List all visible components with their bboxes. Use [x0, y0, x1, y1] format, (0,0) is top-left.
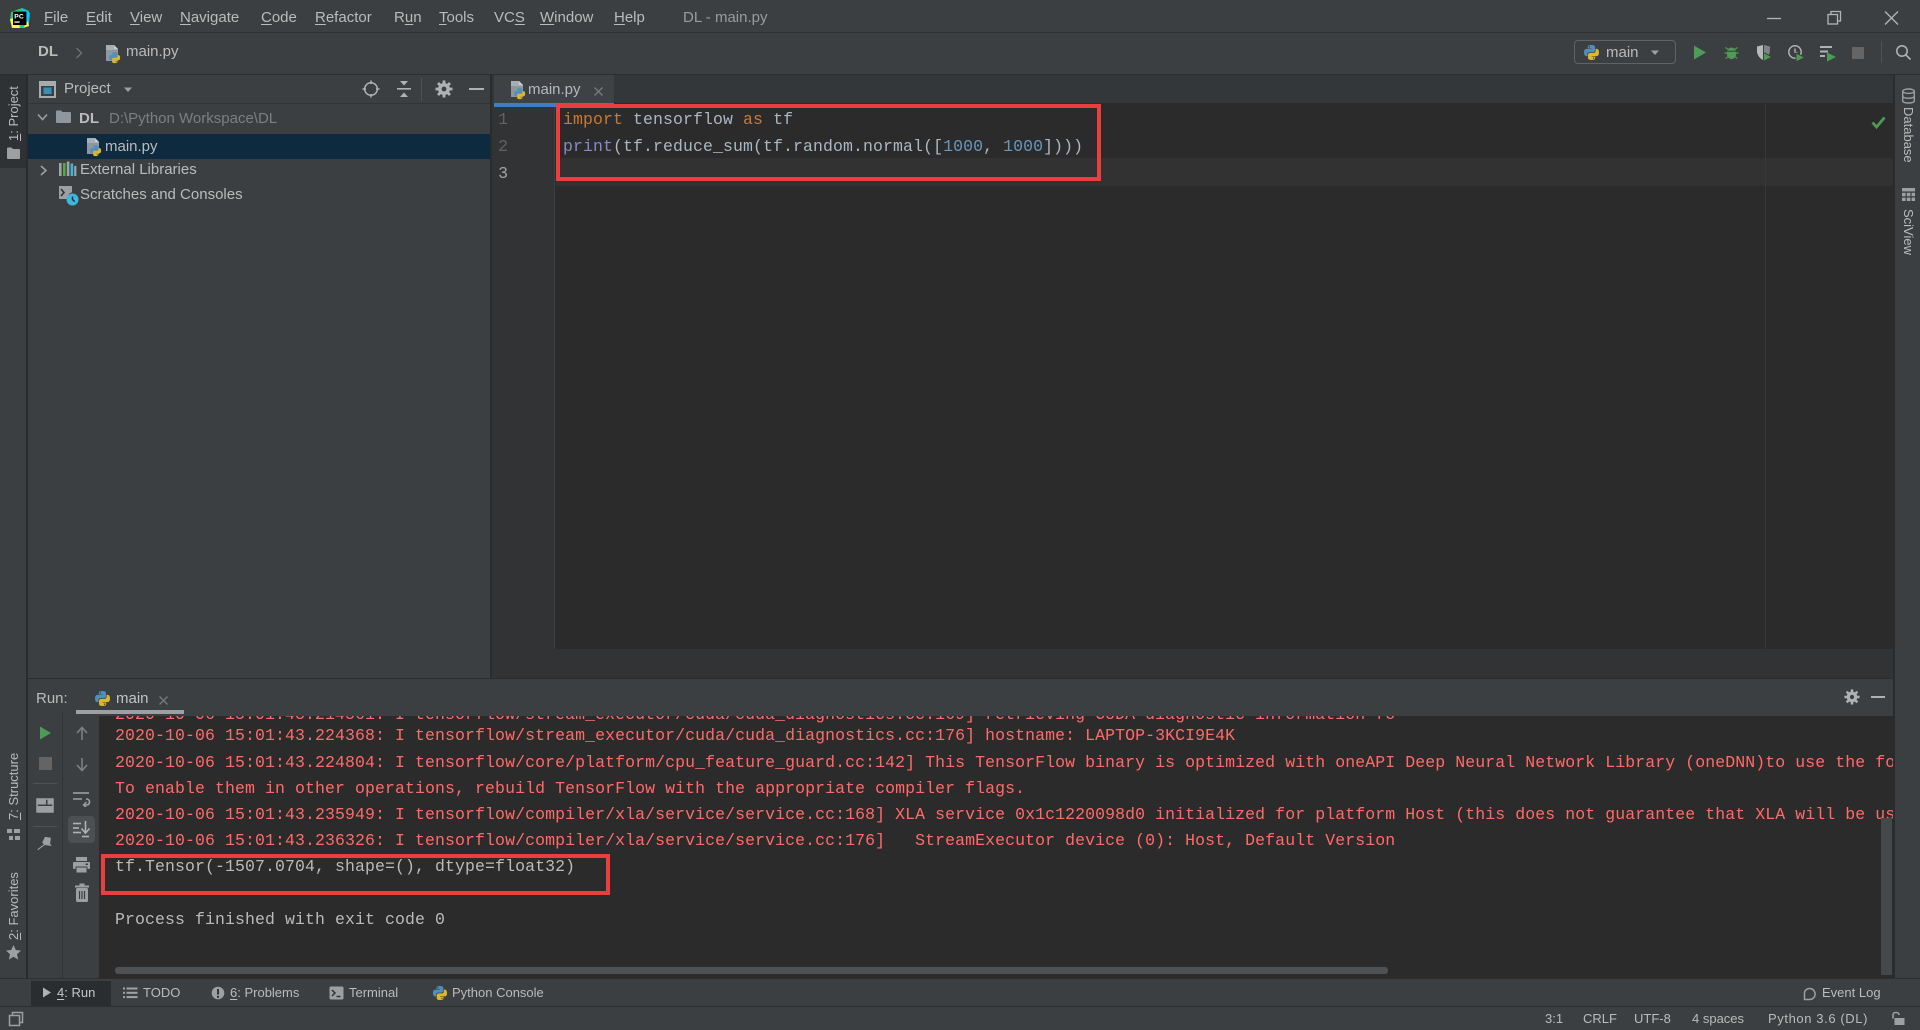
svg-text:PC: PC — [14, 13, 24, 20]
